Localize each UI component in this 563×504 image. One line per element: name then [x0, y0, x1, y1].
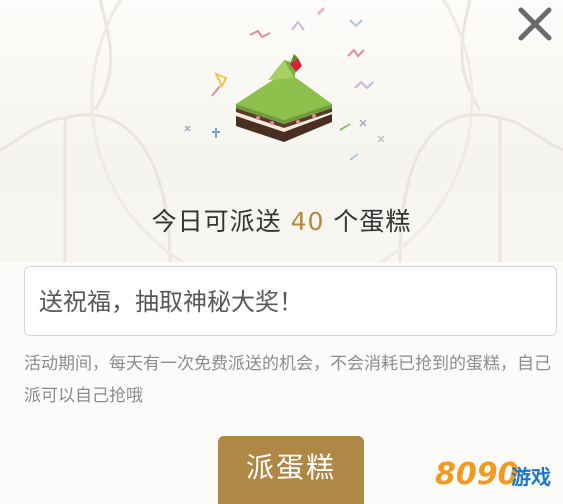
title-suffix: 个蛋糕: [324, 207, 412, 236]
send-cake-button[interactable]: 派蛋糕: [218, 436, 364, 504]
cake-slice-icon: [228, 50, 340, 150]
close-button[interactable]: [515, 4, 555, 44]
notice-text: 活动期间，每天有一次免费派送的机会，不会消耗已抢到的蛋糕，自己派可以自己抢哦: [24, 354, 551, 406]
page-title: 今日可派送 40 个蛋糕: [0, 202, 563, 238]
svg-text:8090: 8090: [435, 457, 519, 492]
title-prefix: 今日可派送: [151, 207, 291, 236]
cake-count: 40: [290, 207, 325, 236]
message-box[interactable]: [24, 266, 557, 336]
watermark-logo: 8090 游戏: [433, 440, 561, 500]
close-icon: [518, 7, 552, 41]
svg-text:游戏: 游戏: [511, 465, 551, 489]
blessing-input[interactable]: [37, 277, 541, 327]
